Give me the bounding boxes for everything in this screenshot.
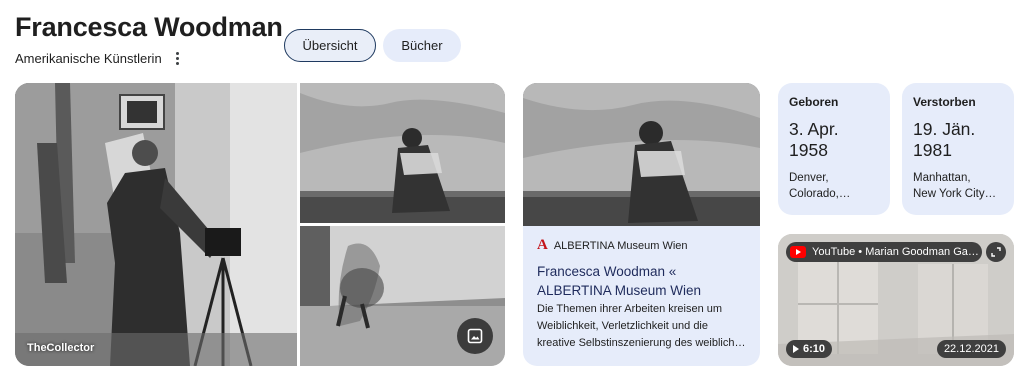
tab-overview[interactable]: Übersicht: [284, 29, 376, 62]
fact-label: Geboren: [789, 95, 839, 109]
video-channel: YouTube • Marian Goodman Ga…: [812, 246, 979, 258]
article-card[interactable]: A ALBERTINA Museum Wien Francesca Woodma…: [523, 83, 760, 366]
image-result-seated[interactable]: [300, 83, 505, 223]
entity-description: Amerikanische Künstlerin: [15, 51, 162, 66]
fact-date: 3. Apr. 1958: [789, 119, 879, 161]
expand-video-button[interactable]: [986, 242, 1006, 262]
fact-card-born[interactable]: Geboren 3. Apr. 1958 Denver, Colorado,…: [778, 83, 890, 215]
video-card[interactable]: YouTube • Marian Goodman Ga… 6:10 22.12.…: [778, 234, 1014, 366]
fact-place-line: New York City…: [913, 188, 997, 200]
more-options-icon[interactable]: [172, 50, 183, 67]
albertina-logo-icon: A: [537, 237, 548, 253]
article-description: Die Themen ihrer Arbeiten kreisen um Wei…: [537, 301, 752, 352]
fact-date-line: 19. Jän.: [913, 119, 976, 139]
image-source-label: TheCollector: [27, 342, 95, 354]
play-icon: [793, 345, 799, 353]
article-source: A ALBERTINA Museum Wien: [537, 238, 688, 253]
fact-date: 19. Jän. 1981: [913, 119, 1003, 161]
fact-label: Verstorben: [913, 95, 976, 109]
image-icon: [467, 328, 483, 344]
entity-subtitle: Amerikanische Künstlerin: [15, 50, 183, 67]
expand-icon: [991, 247, 1001, 257]
article-source-name: ALBERTINA Museum Wien: [553, 239, 688, 252]
article-thumbnail: [523, 83, 760, 226]
photo-woman-with-camera: [15, 83, 297, 366]
fact-place-line: Denver,: [789, 172, 829, 184]
article-title-link[interactable]: Francesca Woodman « ALBERTINA Museum Wie…: [537, 262, 752, 300]
article-description-line: Weiblichkeit, Verletzlichkeit und die: [537, 320, 708, 332]
video-duration: 6:10: [803, 343, 826, 355]
image-search-button[interactable]: [457, 318, 493, 354]
fact-place: Manhattan, New York City…: [913, 170, 1003, 202]
image-result-main[interactable]: TheCollector: [15, 83, 297, 366]
article-description-line: kreative Selbstinszenierung des weiblich…: [537, 337, 746, 349]
fact-place-line: Colorado,…: [789, 188, 851, 200]
image-result-blurred-figure[interactable]: [300, 226, 505, 366]
entity-title: Francesca Woodman: [15, 12, 283, 42]
tab-books[interactable]: Bücher: [383, 29, 461, 62]
video-duration-badge: 6:10: [786, 340, 833, 358]
fact-date-line: 3. Apr.: [789, 119, 839, 139]
article-description-line: Die Themen ihrer Arbeiten kreisen um: [537, 303, 723, 315]
video-date-badge: 22.12.2021: [936, 340, 1006, 358]
photo-woman-seated-wall: [300, 83, 505, 223]
fact-date-line: 1981: [913, 140, 952, 160]
fact-place-line: Manhattan,: [913, 172, 971, 184]
fact-card-died[interactable]: Verstorben 19. Jän. 1981 Manhattan, New …: [902, 83, 1014, 215]
fact-place: Denver, Colorado,…: [789, 170, 879, 202]
fact-date-line: 1958: [789, 140, 828, 160]
youtube-icon: [790, 246, 806, 258]
video-source-pill: YouTube • Marian Goodman Ga…: [786, 242, 982, 262]
